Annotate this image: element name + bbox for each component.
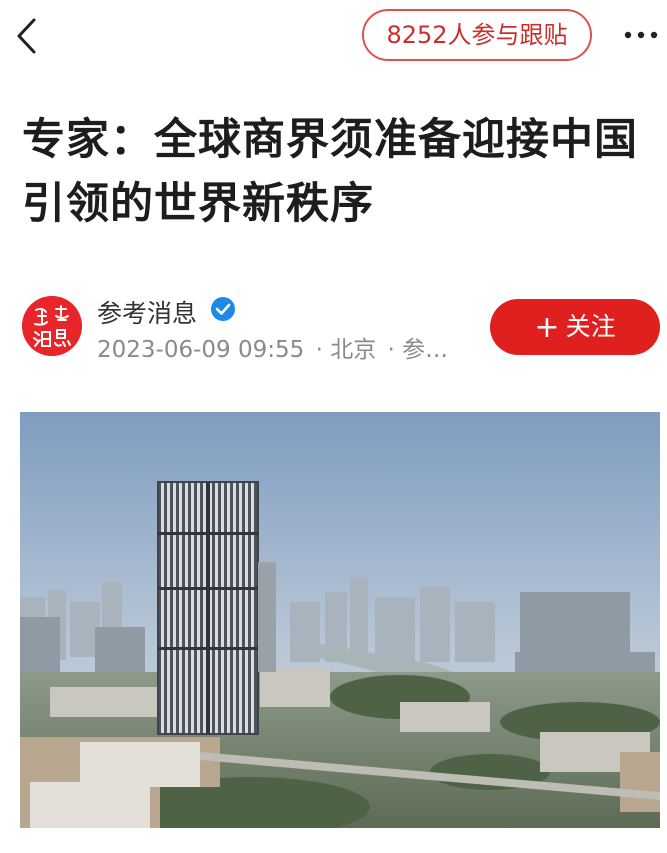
avatar[interactable]: [22, 296, 82, 356]
chevron-left-icon: [17, 18, 36, 54]
city-tower-photo: [20, 412, 660, 828]
author-name[interactable]: 参考消息: [97, 294, 197, 330]
article-photo[interactable]: [20, 412, 660, 828]
verified-badge-icon: [211, 297, 235, 321]
plus-icon: +: [534, 310, 560, 345]
author-row: 参考消息 2023-06-09 09:55 · 北京 · 参… + 关注: [0, 292, 667, 364]
publish-source: · 参…: [387, 337, 449, 363]
more-horizontal-icon: [624, 31, 658, 39]
article-meta: 2023-06-09 09:55 · 北京 · 参…: [97, 330, 452, 364]
back-button[interactable]: [10, 14, 50, 58]
more-options-button[interactable]: [620, 18, 662, 52]
publish-date: 2023-06-09 09:55: [97, 337, 305, 363]
publish-location: · 北京: [315, 337, 377, 363]
publisher-logo: [22, 296, 82, 356]
top-bar: 8252人参与跟贴: [0, 0, 667, 76]
follow-label: 关注: [565, 312, 616, 341]
article-title: 专家：全球商界须准备迎接中国引领的世界新秩序: [22, 115, 638, 229]
follow-button[interactable]: + 关注: [490, 299, 660, 355]
participants-count-button[interactable]: 8252人参与跟贴: [362, 9, 592, 61]
